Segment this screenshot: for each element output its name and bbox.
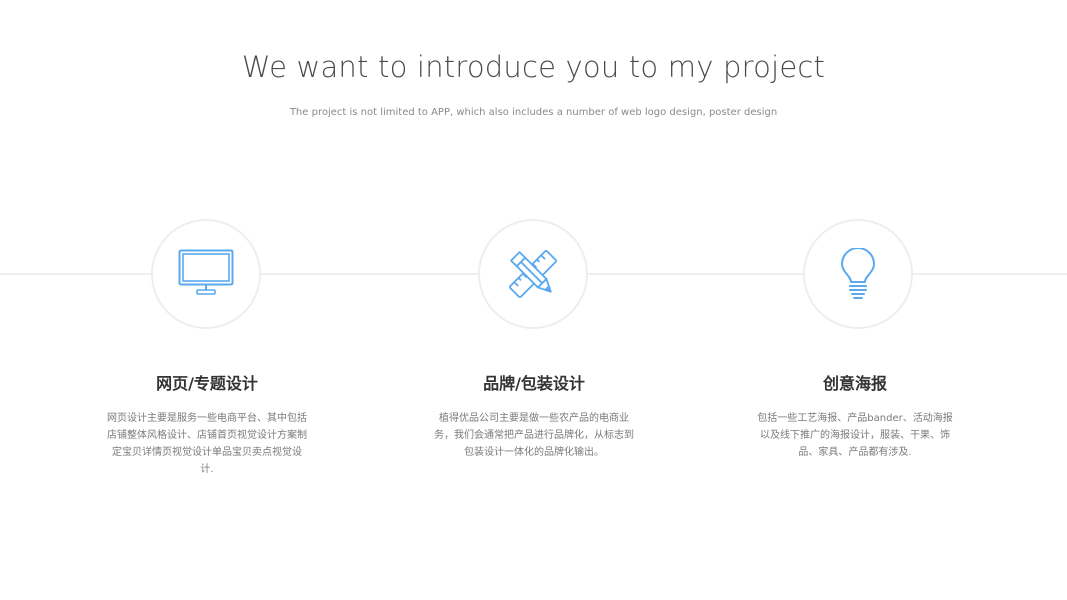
pencil-ruler-icon bbox=[508, 249, 558, 299]
feature-circle-web bbox=[151, 219, 261, 329]
connector-line-left bbox=[0, 273, 152, 275]
feature-desc-poster: 包括一些工艺海报、产品bander、活动海报以及线下推广的海报设计，服装、干果、… bbox=[757, 413, 953, 458]
page-title: We want to introduce you to my project bbox=[241, 50, 826, 84]
connector-line-middle-right bbox=[587, 273, 804, 275]
slide: We want to introduce you to my project T… bbox=[0, 0, 1067, 600]
connector-line-middle-left bbox=[260, 273, 479, 275]
feature-circle-brand bbox=[478, 219, 588, 329]
monitor-icon bbox=[178, 249, 234, 299]
feature-circle-poster bbox=[803, 219, 913, 329]
feature-title-brand: 品牌/包装设计 bbox=[483, 374, 585, 393]
feature-title-web: 网页/专题设计 bbox=[156, 374, 258, 393]
page-subtitle: The project is not limited to APP, which… bbox=[289, 107, 778, 118]
feature-desc-web: 网页设计主要是服务一些电商平台、其中包括店铺整体风格设计、店铺首页视觉设计方案制… bbox=[107, 413, 307, 475]
connector-line-right bbox=[912, 273, 1067, 275]
feature-desc-brand: 植得优品公司主要是做一些农产品的电商业务，我们会通常把产品进行品牌化，从标志到包… bbox=[434, 413, 634, 458]
feature-title-poster: 创意海报 bbox=[822, 374, 887, 393]
lightbulb-icon bbox=[838, 248, 878, 300]
